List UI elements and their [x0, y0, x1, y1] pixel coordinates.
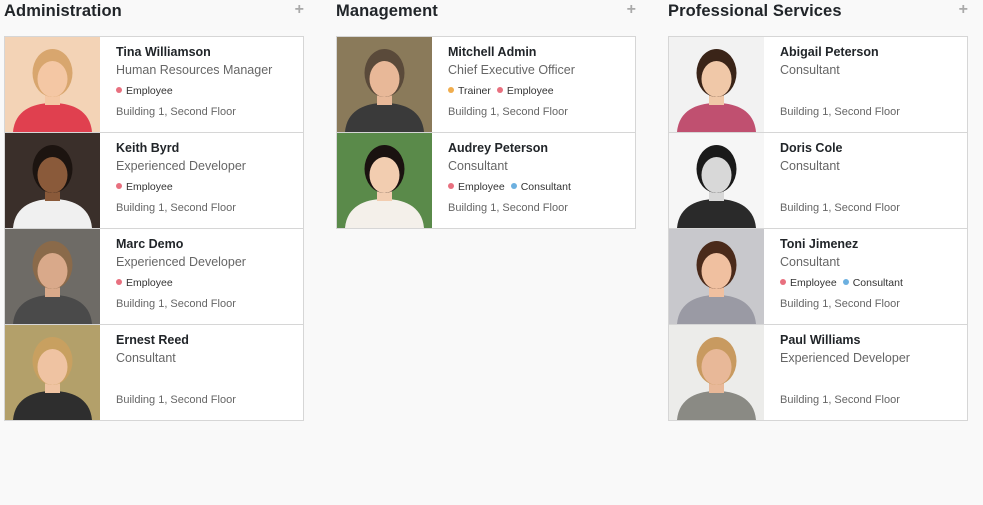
tag-color-dot-icon: [448, 183, 454, 190]
column-title: Professional Services: [668, 2, 842, 20]
tag-label: Trainer: [458, 85, 491, 97]
column-header: Administration +: [4, 0, 304, 34]
tag-list: Employee Consultant: [780, 277, 909, 289]
tag-color-dot-icon: [116, 279, 122, 286]
tag-label: Employee: [126, 85, 173, 97]
tag-label: Consultant: [520, 181, 571, 193]
column-header: Professional Services +: [668, 0, 968, 34]
employee-card[interactable]: Toni Jimenez Consultant Employee Consultant…: [668, 229, 968, 325]
employee-card[interactable]: Ernest Reed Consultant Building 1, Second …: [4, 325, 304, 421]
avatar: [5, 37, 100, 132]
avatar: [5, 325, 100, 420]
job-title: Consultant: [448, 159, 508, 173]
employee-name: Ernest Reed: [116, 333, 189, 347]
work-location: Building 1, Second Floor: [780, 106, 900, 118]
employee-name: Audrey Peterson: [448, 141, 549, 155]
employee-name: Keith Byrd: [116, 141, 180, 155]
employee-card[interactable]: Mitchell Admin Chief Executive Officer Tra…: [336, 36, 636, 133]
tag-label: Consultant: [852, 277, 903, 289]
job-title: Consultant: [780, 159, 840, 173]
employee-card[interactable]: Keith Byrd Experienced Developer Employee B…: [4, 133, 304, 229]
employee-card[interactable]: Paul Williams Experienced Developer Buildi…: [668, 325, 968, 421]
work-location: Building 1, Second Floor: [448, 106, 568, 118]
employee-name: Abigail Peterson: [780, 45, 879, 59]
tag: Consultant: [842, 277, 903, 289]
avatar: [5, 229, 100, 324]
employee-card[interactable]: Doris Cole Consultant Building 1, Second F…: [668, 133, 968, 229]
column-title: Management: [336, 2, 438, 20]
employee-name: Paul Williams: [780, 333, 861, 347]
tag-list: Employee: [116, 277, 179, 289]
work-location: Building 1, Second Floor: [116, 298, 236, 310]
column-header: Management +: [336, 0, 636, 34]
job-title: Experienced Developer: [116, 159, 246, 173]
column-administration: Administration + Tina Williamson Human Re…: [4, 0, 304, 421]
job-title: Consultant: [780, 255, 840, 269]
tag: Employee: [116, 181, 173, 193]
tag-list: Trainer Employee: [448, 85, 560, 97]
card-list: Tina Williamson Human Resources Manager Em…: [4, 36, 304, 421]
avatar: [669, 37, 764, 132]
card-list: Mitchell Admin Chief Executive Officer Tra…: [336, 36, 636, 229]
tag-list: Employee: [116, 181, 179, 193]
employee-name: Tina Williamson: [116, 45, 211, 59]
card-list: Abigail Peterson Consultant Building 1, Se…: [668, 36, 968, 421]
tag-label: Employee: [790, 277, 837, 289]
tag: Employee: [496, 85, 554, 97]
avatar: [337, 133, 432, 228]
column-title: Administration: [4, 2, 122, 20]
tag-color-dot-icon: [116, 87, 122, 94]
avatar: [337, 37, 432, 132]
job-title: Experienced Developer: [116, 255, 246, 269]
add-icon[interactable]: +: [959, 1, 968, 19]
work-location: Building 1, Second Floor: [116, 394, 236, 406]
work-location: Building 1, Second Floor: [116, 106, 236, 118]
tag-color-dot-icon: [448, 87, 454, 94]
add-icon[interactable]: +: [295, 1, 304, 19]
employee-card[interactable]: Abigail Peterson Consultant Building 1, Se…: [668, 36, 968, 133]
avatar: [669, 229, 764, 324]
tag-color-dot-icon: [842, 279, 849, 286]
tag-color-dot-icon: [780, 279, 786, 286]
tag: Consultant: [510, 181, 571, 193]
work-location: Building 1, Second Floor: [780, 394, 900, 406]
avatar: [669, 325, 764, 420]
tag-color-dot-icon: [496, 87, 503, 94]
tag-label: Employee: [458, 181, 505, 193]
add-icon[interactable]: +: [627, 1, 636, 19]
employee-card[interactable]: Tina Williamson Human Resources Manager Em…: [4, 36, 304, 133]
tag: Employee: [116, 277, 173, 289]
column-professional-services: Professional Services + Abigail Peterson…: [668, 0, 968, 421]
column-management: Management + Mitchell Admin Chief Executi…: [336, 0, 636, 229]
employee-card[interactable]: Marc Demo Experienced Developer Employee Bu…: [4, 229, 304, 325]
job-title: Consultant: [780, 63, 840, 77]
work-location: Building 1, Second Floor: [780, 202, 900, 214]
tag: Trainer: [448, 85, 491, 97]
tag-list: Employee Consultant: [448, 181, 577, 193]
employee-name: Doris Cole: [780, 141, 843, 155]
avatar: [5, 133, 100, 228]
avatar: [669, 133, 764, 228]
tag: Employee: [116, 85, 173, 97]
employee-card[interactable]: Audrey Peterson Consultant Employee Consult…: [336, 133, 636, 229]
tag-color-dot-icon: [510, 183, 517, 190]
tag-color-dot-icon: [116, 183, 122, 190]
work-location: Building 1, Second Floor: [116, 202, 236, 214]
tag-label: Employee: [126, 181, 173, 193]
employee-name: Mitchell Admin: [448, 45, 537, 59]
work-location: Building 1, Second Floor: [780, 298, 900, 310]
tag: Employee: [780, 277, 837, 289]
tag-label: Employee: [126, 277, 173, 289]
tag-list: Employee: [116, 85, 179, 97]
employee-name: Toni Jimenez: [780, 237, 859, 251]
job-title: Human Resources Manager: [116, 63, 273, 77]
job-title: Consultant: [116, 351, 176, 365]
tag-label: Employee: [506, 85, 554, 97]
employee-name: Marc Demo: [116, 237, 184, 251]
tag: Employee: [448, 181, 505, 193]
job-title: Chief Executive Officer: [448, 63, 575, 77]
work-location: Building 1, Second Floor: [448, 202, 568, 214]
job-title: Experienced Developer: [780, 351, 910, 365]
